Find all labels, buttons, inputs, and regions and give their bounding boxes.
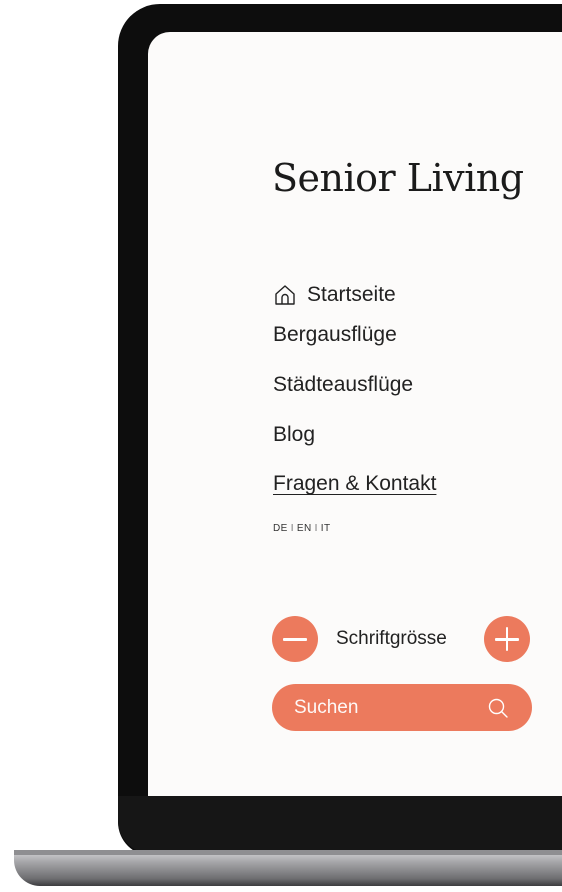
font-size-control: Schriftgrösse xyxy=(272,616,532,662)
language-switcher: DE I EN I IT xyxy=(273,523,330,534)
nav-item-blog[interactable]: Blog xyxy=(273,422,315,448)
home-icon xyxy=(275,285,295,305)
nav-item-staedteausfluege[interactable]: Städteausflüge xyxy=(273,372,413,398)
laptop-base-edge xyxy=(14,850,562,855)
minus-icon xyxy=(283,638,307,641)
search-field[interactable]: Suchen xyxy=(272,684,532,731)
lang-en[interactable]: EN xyxy=(297,523,312,534)
decrease-font-button[interactable] xyxy=(272,616,318,662)
site-logo[interactable]: Senior Living xyxy=(272,156,524,200)
nav-item-startseite[interactable]: Startseite xyxy=(273,282,396,308)
increase-font-button[interactable] xyxy=(484,616,530,662)
laptop-mockup: Senior Living Startseite Bergausflüge St… xyxy=(0,0,562,892)
laptop-base xyxy=(14,850,562,886)
lang-it[interactable]: IT xyxy=(321,523,331,534)
search-input[interactable]: Suchen xyxy=(294,697,358,719)
lang-separator: I xyxy=(290,523,294,534)
lang-separator: I xyxy=(314,523,318,534)
nav-item-label: Startseite xyxy=(307,283,396,306)
lang-de[interactable]: DE xyxy=(273,523,288,534)
laptop-chin xyxy=(118,796,562,854)
laptop-screen: Senior Living Startseite Bergausflüge St… xyxy=(148,32,562,796)
font-size-label: Schriftgrösse xyxy=(336,628,447,649)
nav-item-bergausfluege[interactable]: Bergausflüge xyxy=(273,322,397,348)
search-icon[interactable] xyxy=(486,696,510,720)
nav-item-fragen-kontakt[interactable]: Fragen & Kontakt xyxy=(273,471,436,497)
